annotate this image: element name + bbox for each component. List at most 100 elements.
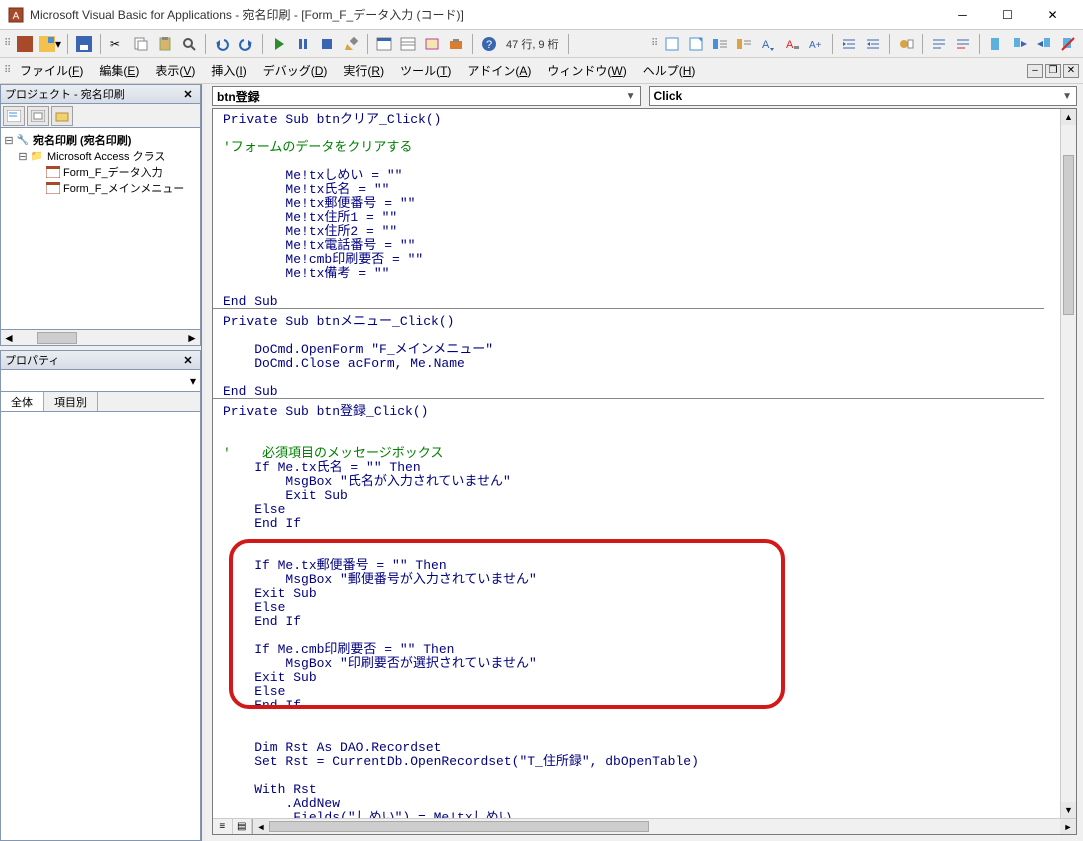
scrollbar-thumb[interactable]	[269, 821, 649, 832]
cut-icon[interactable]: ✂	[106, 33, 128, 55]
tree-root-label: 宛名印刷 (宛名印刷)	[33, 132, 131, 148]
toolbar-grip[interactable]	[4, 34, 10, 54]
reset-icon[interactable]	[316, 33, 338, 55]
insert-module-icon[interactable]: ▾	[38, 33, 62, 55]
tree-project-root[interactable]: ⊟ 🔧 宛名印刷 (宛名印刷)	[3, 132, 198, 148]
scroll-left-icon[interactable]: ◄	[253, 819, 269, 834]
menu-item-7[interactable]: アドイン(A)	[459, 59, 539, 82]
save-icon[interactable]	[73, 33, 95, 55]
maximize-button[interactable]: ☐	[985, 0, 1030, 29]
standard-toolbar: ▾ ✂ ? 47 行, 9 桁 A A A+	[0, 30, 1083, 58]
next-bookmark-icon[interactable]	[1009, 33, 1031, 55]
properties-tabs: 全体 項目別	[0, 392, 201, 412]
svg-text:?: ?	[486, 39, 492, 51]
code-editor[interactable]: Private Sub btnクリア_Click()'フォームのデータをクリアす…	[213, 109, 1060, 818]
minimize-button[interactable]: ─	[940, 0, 985, 29]
tree-folder[interactable]: ⊟ 📁 Microsoft Access クラス	[3, 148, 198, 164]
view-code-icon[interactable]	[3, 106, 25, 126]
indent-icon[interactable]	[838, 33, 860, 55]
form-icon	[45, 181, 61, 195]
mdi-close-button[interactable]: ✕	[1063, 64, 1079, 78]
view-object-icon[interactable]	[27, 106, 49, 126]
project-explorer-title: プロジェクト - 宛名印刷	[5, 86, 180, 102]
comment-block-icon[interactable]	[928, 33, 950, 55]
help-icon[interactable]: ?	[478, 33, 500, 55]
code-horizontal-scrollbar[interactable]: ≡ ▤ ◄ ►	[213, 818, 1076, 834]
menu-item-9[interactable]: ヘルプ(H)	[635, 59, 704, 82]
svg-text:A: A	[786, 39, 794, 51]
parameter-info-icon[interactable]: A	[781, 33, 803, 55]
edit-tb-icon-2[interactable]	[685, 33, 707, 55]
mdi-minimize-button[interactable]: –	[1027, 64, 1043, 78]
object-combo[interactable]: btn登録 ▼	[212, 86, 641, 106]
close-button[interactable]: ✕	[1030, 0, 1075, 29]
clear-bookmarks-icon[interactable]	[1057, 33, 1079, 55]
quick-info-icon[interactable]: A	[757, 33, 779, 55]
menu-item-2[interactable]: 表示(V)	[147, 59, 203, 82]
folder-icon: 📁	[29, 149, 45, 163]
project-tree[interactable]: ⊟ 🔧 宛名印刷 (宛名印刷) ⊟ 📁 Microsoft Access クラス…	[0, 128, 201, 330]
menu-item-1[interactable]: 編集(E)	[91, 59, 147, 82]
break-icon[interactable]	[292, 33, 314, 55]
menu-item-4[interactable]: デバッグ(D)	[255, 59, 336, 82]
complete-word-icon[interactable]: A+	[805, 33, 827, 55]
toggle-folders-icon[interactable]	[51, 106, 73, 126]
list-constants-icon[interactable]	[733, 33, 755, 55]
code-vertical-scrollbar[interactable]: ▲ ▼	[1060, 109, 1076, 818]
menubar: ファイル(F)編集(E)表示(V)挿入(I)デバッグ(D)実行(R)ツール(T)…	[0, 58, 1083, 84]
project-icon: 🔧	[15, 133, 31, 147]
toolbar-grip-2[interactable]	[651, 34, 657, 54]
menu-item-3[interactable]: 挿入(I)	[203, 59, 254, 82]
procedure-view-icon[interactable]: ≡	[213, 819, 233, 834]
tree-item-label: Form_F_データ入力	[63, 164, 163, 180]
uncomment-block-icon[interactable]	[952, 33, 974, 55]
properties-window-icon[interactable]	[397, 33, 419, 55]
toggle-breakpoint-icon[interactable]	[895, 33, 917, 55]
chevron-down-icon: ▼	[626, 91, 636, 102]
project-explorer-icon[interactable]	[373, 33, 395, 55]
tree-item-form-data-input[interactable]: Form_F_データ入力	[3, 164, 198, 180]
prev-bookmark-icon[interactable]	[1033, 33, 1055, 55]
design-mode-icon[interactable]	[340, 33, 362, 55]
menu-item-8[interactable]: ウィンドウ(W)	[539, 59, 634, 82]
properties-tab-alphabetic[interactable]: 全体	[1, 392, 44, 411]
object-browser-icon[interactable]	[421, 33, 443, 55]
scroll-up-icon[interactable]: ▲	[1061, 109, 1076, 125]
toolbox-icon[interactable]	[445, 33, 467, 55]
project-explorer-close-icon[interactable]: ✕	[180, 86, 196, 102]
toggle-bookmark-icon[interactable]	[985, 33, 1007, 55]
full-module-view-icon[interactable]: ▤	[233, 819, 253, 834]
menu-grip[interactable]	[4, 61, 10, 81]
paste-icon[interactable]	[154, 33, 176, 55]
copy-icon[interactable]	[130, 33, 152, 55]
project-tree-hscroll[interactable]: ◄ ►	[0, 330, 201, 346]
properties-header: プロパティ ✕	[0, 350, 201, 370]
properties-tab-categorized[interactable]: 項目別	[44, 392, 98, 411]
run-icon[interactable]	[268, 33, 290, 55]
menu-item-5[interactable]: 実行(R)	[335, 59, 392, 82]
mdi-restore-button[interactable]: ❐	[1045, 64, 1061, 78]
properties-object-combo[interactable]: ▾	[0, 370, 201, 392]
procedure-combo[interactable]: Click ▼	[649, 86, 1078, 106]
menu-item-0[interactable]: ファイル(F)	[12, 59, 91, 82]
scroll-down-icon[interactable]: ▼	[1061, 802, 1076, 818]
redo-icon[interactable]	[235, 33, 257, 55]
chevron-down-icon: ▼	[1062, 91, 1072, 102]
properties-close-icon[interactable]: ✕	[180, 352, 196, 368]
outdent-icon[interactable]	[862, 33, 884, 55]
find-icon[interactable]	[178, 33, 200, 55]
list-properties-icon[interactable]	[709, 33, 731, 55]
tree-item-form-main-menu[interactable]: Form_F_メインメニュー	[3, 180, 198, 196]
undo-icon[interactable]	[211, 33, 233, 55]
edit-tb-icon-1[interactable]	[661, 33, 683, 55]
menu-item-6[interactable]: ツール(T)	[392, 59, 459, 82]
svg-text:✂: ✂	[110, 37, 120, 51]
scroll-right-icon[interactable]: ►	[1060, 819, 1076, 834]
view-access-icon[interactable]	[14, 33, 36, 55]
svg-text:A: A	[762, 39, 770, 51]
cursor-position: 47 行, 9 桁	[502, 36, 563, 52]
properties-grid[interactable]	[0, 412, 201, 841]
scrollbar-thumb[interactable]	[1063, 155, 1074, 315]
project-explorer-toolbar	[0, 104, 201, 128]
svg-text:A: A	[13, 11, 20, 22]
